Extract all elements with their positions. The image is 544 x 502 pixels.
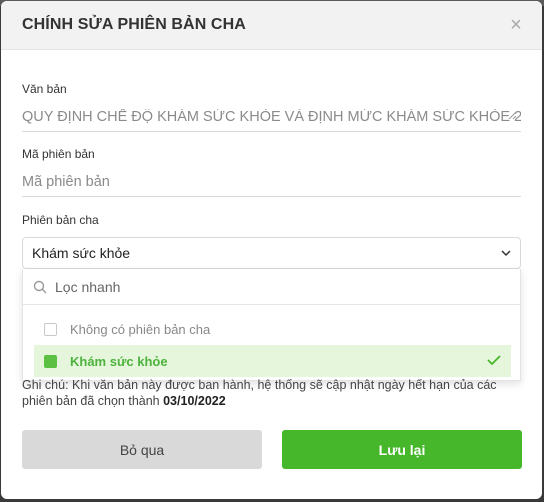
close-icon[interactable]: ×	[506, 15, 526, 35]
quick-filter-row	[23, 269, 520, 305]
checkbox[interactable]	[44, 322, 57, 336]
save-button[interactable]: Lưu lại	[282, 430, 522, 469]
document-label: Văn bản	[22, 82, 67, 96]
checkbox[interactable]	[44, 354, 57, 368]
version-code-label: Mã phiên bản	[22, 147, 95, 161]
document-input[interactable]	[22, 102, 521, 132]
note-body: Ghi chú: Khi văn bản này được ban hành, …	[22, 378, 497, 408]
resize-handle-icon[interactable]	[508, 111, 517, 120]
dialog-header: CHÍNH SỬA PHIÊN BẢN CHA ×	[1, 1, 542, 50]
edit-parent-version-dialog: CHÍNH SỬA PHIÊN BẢN CHA × Văn bản Mã phi…	[1, 1, 542, 499]
document-field: Văn bản	[22, 82, 521, 132]
option-no-parent-version[interactable]: Không có phiên bản cha	[34, 313, 511, 345]
search-icon	[33, 280, 47, 293]
dialog-title: CHÍNH SỬA PHIÊN BẢN CHA	[22, 16, 246, 33]
parent-version-field: Phiên bản cha	[22, 213, 521, 227]
parent-version-label: Phiên bản cha	[22, 213, 99, 227]
quick-filter-input[interactable]	[55, 278, 495, 295]
parent-version-select[interactable]: Khám sức khỏe	[22, 237, 521, 269]
option-kham-suc-khoe[interactable]: Khám sức khỏe	[34, 345, 511, 377]
version-code-field: Mã phiên bản	[22, 147, 521, 197]
version-code-input[interactable]	[22, 167, 521, 197]
parent-version-dropdown: Không có phiên bản cha Khám sức khỏe	[22, 269, 521, 381]
option-label: Không có phiên bản cha	[70, 321, 211, 337]
cancel-button[interactable]: Bỏ qua	[22, 430, 262, 469]
note-text: Ghi chú: Khi văn bản này được ban hành, …	[22, 377, 521, 409]
option-label: Khám sức khỏe	[70, 353, 168, 369]
checkmark-icon	[487, 355, 501, 366]
chevron-down-icon	[501, 248, 511, 258]
parent-version-selected-value: Khám sức khỏe	[32, 245, 131, 261]
note-date: 03/10/2022	[163, 394, 226, 408]
